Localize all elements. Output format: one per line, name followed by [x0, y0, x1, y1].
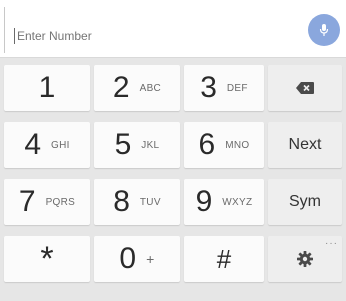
sym-label: Sym [289, 193, 321, 210]
key-letters: WXYZ [222, 196, 253, 208]
key-letters: DEF [226, 82, 248, 94]
key-digit: # [216, 244, 232, 274]
key-digit: 1 [38, 71, 56, 104]
key-letters: + [146, 251, 155, 267]
key-star[interactable]: * [4, 236, 90, 282]
key-digit: * [40, 240, 54, 278]
key-hash[interactable]: # [184, 236, 264, 282]
key-digit: 5 [114, 128, 132, 161]
key-letters: JKL [141, 139, 160, 151]
key-0[interactable]: 0 + [94, 236, 180, 282]
key-letters: PQRS [45, 196, 76, 208]
key-digit: 3 [200, 71, 217, 104]
next-label: Next [288, 136, 322, 153]
more-options-indicator: ··· [325, 238, 338, 249]
key-digit: 8 [113, 185, 130, 218]
key-digit: 7 [18, 185, 36, 218]
key-1[interactable]: 1 [4, 65, 90, 111]
key-letters: MNO [225, 139, 250, 151]
key-letters: TUV [139, 196, 161, 208]
key-digit: 4 [24, 128, 41, 161]
key-digit: 0 [119, 242, 137, 275]
key-9[interactable]: 9 WXYZ [184, 179, 264, 225]
microphone-button[interactable] [308, 14, 340, 46]
backspace-key[interactable] [268, 65, 342, 111]
number-input[interactable] [17, 29, 277, 43]
key-3[interactable]: 3 DEF [184, 65, 264, 111]
key-letters: GHI [51, 139, 70, 151]
key-2[interactable]: 2 ABC [94, 65, 180, 111]
key-digit: 9 [195, 185, 213, 218]
key-8[interactable]: 8 TUV [94, 179, 180, 225]
backspace-icon [296, 82, 314, 94]
number-input-field[interactable] [4, 7, 342, 53]
key-7[interactable]: 7 PQRS [4, 179, 90, 225]
settings-key[interactable]: ··· [268, 236, 342, 282]
key-letters: ABC [139, 82, 162, 94]
key-4[interactable]: 4 GHI [4, 122, 90, 168]
sym-key[interactable]: Sym [268, 179, 342, 225]
key-digit: 2 [112, 71, 130, 104]
key-6[interactable]: 6 MNO [184, 122, 264, 168]
key-digit: 6 [198, 128, 216, 161]
microphone-icon [319, 24, 329, 36]
key-5[interactable]: 5 JKL [94, 122, 180, 168]
number-input-bar [0, 0, 346, 58]
numeric-keypad: 1 2 ABC 3 DEF 4 GHI 5 JKL 6 MNO Next 7 P… [0, 58, 346, 301]
text-caret [14, 28, 15, 44]
settings-gear-icon [297, 251, 313, 267]
next-key[interactable]: Next [268, 122, 342, 168]
